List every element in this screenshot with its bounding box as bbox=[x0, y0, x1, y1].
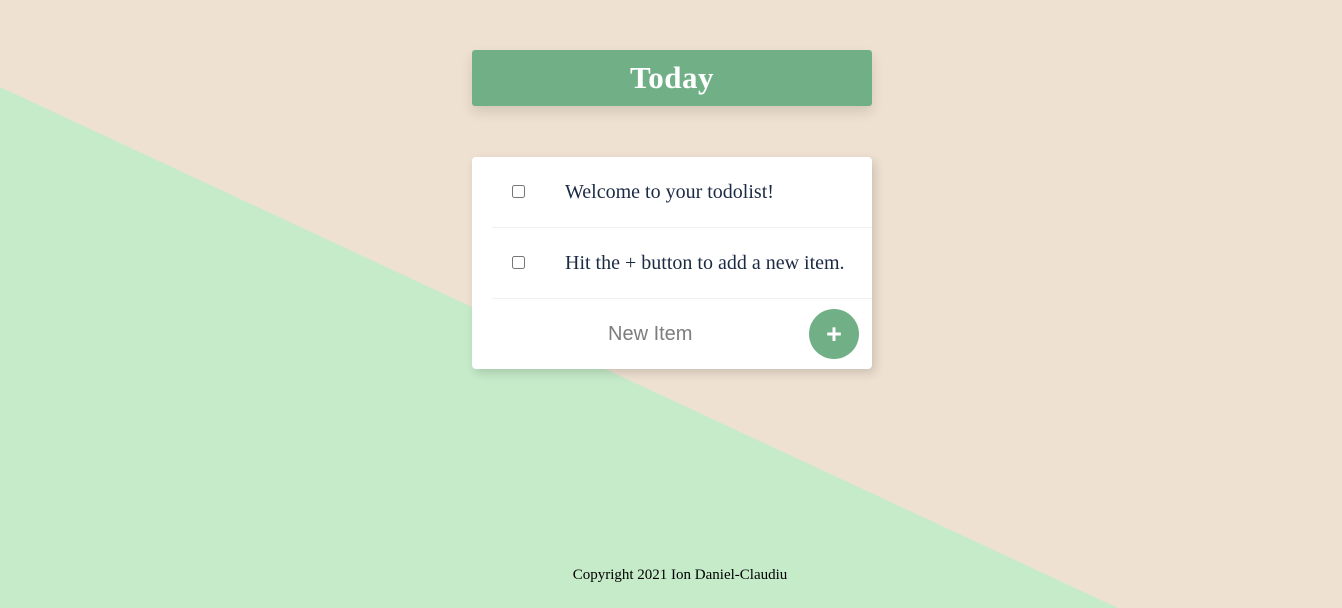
list-item: Hit the + button to add a new item. bbox=[492, 228, 872, 299]
item-checkbox[interactable] bbox=[512, 185, 525, 198]
item-label: Hit the + button to add a new item. bbox=[565, 251, 845, 274]
new-item-form: + bbox=[472, 299, 872, 369]
page-title: Today bbox=[629, 60, 715, 95]
add-item-button[interactable]: + bbox=[809, 309, 859, 359]
heading-box: Today bbox=[472, 50, 872, 106]
item-label: Welcome to your todolist! bbox=[565, 180, 774, 203]
list-item: Welcome to your todolist! bbox=[492, 157, 872, 228]
item-checkbox[interactable] bbox=[512, 256, 525, 269]
footer-copyright: Copyright 2021 Ion Daniel-Claudiu bbox=[572, 567, 788, 583]
todo-list-card: Welcome to your todolist! Hit the + butt… bbox=[472, 157, 872, 369]
new-item-input[interactable] bbox=[592, 317, 798, 351]
